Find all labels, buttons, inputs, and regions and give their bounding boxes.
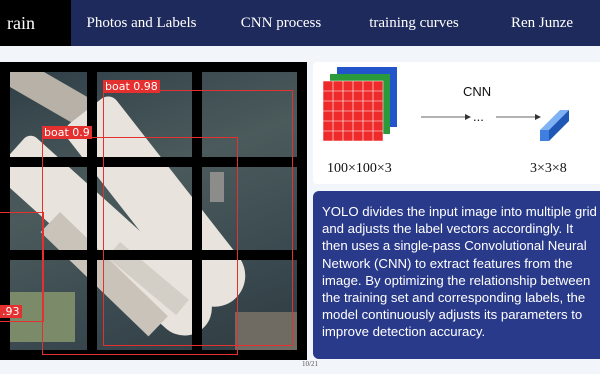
tab-training-curves[interactable]: training curves	[350, 0, 478, 46]
description-text: YOLO divides the input image into multip…	[322, 204, 597, 340]
output-block	[540, 110, 569, 141]
input-dims-label: 100×100×3	[327, 161, 392, 176]
tab-ren-junze[interactable]: Ren Junze	[478, 0, 600, 46]
detection-box	[42, 137, 238, 355]
cnn-diagram-panel: CNN ... 100×100×3 3×3×8	[313, 62, 600, 184]
top-nav-bar: rain Photos and Labels CNN process train…	[0, 0, 600, 46]
ellipsis: ...	[473, 109, 484, 124]
grid-line	[297, 62, 307, 360]
detection-photo: boat 0.98 boat 0.9 .93	[0, 62, 307, 360]
page-number: 10/21	[302, 360, 318, 368]
tab-photos-and-labels[interactable]: Photos and Labels	[71, 0, 212, 46]
tab-cnn-process[interactable]: CNN process	[212, 0, 350, 46]
output-dims-label: 3×3×8	[530, 161, 567, 176]
detection-label: .93	[0, 305, 22, 318]
cnn-stage-label: CNN	[463, 84, 491, 99]
slide: rain Photos and Labels CNN process train…	[0, 0, 600, 374]
input-cube-red-layer	[322, 80, 384, 142]
grid-line	[0, 62, 307, 72]
description-panel: YOLO divides the input image into multip…	[313, 191, 600, 359]
tab-current[interactable]: rain	[0, 0, 71, 46]
tab-current-label: rain	[7, 13, 35, 33]
cnn-diagram: CNN ... 100×100×3 3×3×8	[322, 67, 569, 176]
arrow-head	[465, 114, 471, 120]
detection-label: boat 0.98	[103, 80, 160, 93]
detection-label: boat 0.9	[42, 126, 92, 139]
arrow-head	[535, 114, 541, 120]
